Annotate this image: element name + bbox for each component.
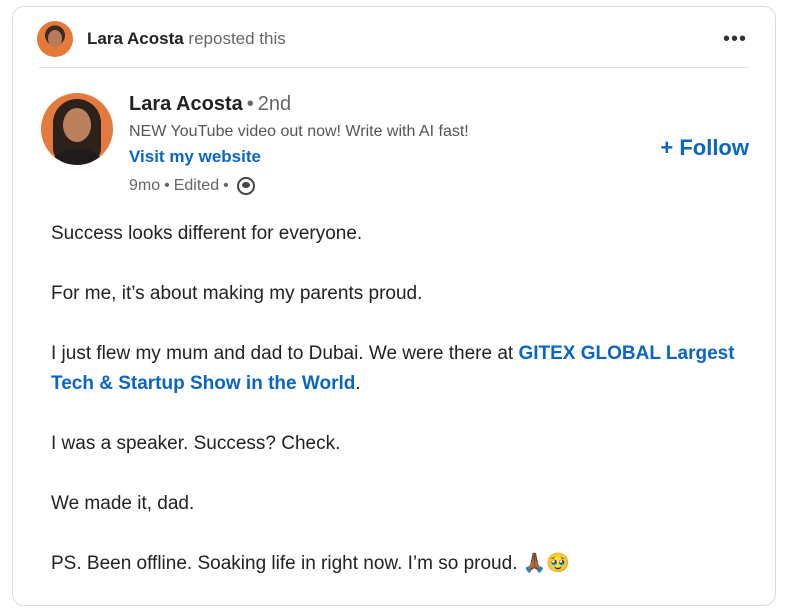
follow-button[interactable]: + Follow <box>660 135 749 161</box>
author-name[interactable]: Lara Acosta <box>129 93 243 115</box>
body-text: . <box>355 373 361 394</box>
reposter-avatar[interactable] <box>37 21 73 57</box>
visit-website-link[interactable]: Visit my website <box>129 147 469 167</box>
post-card: Lara Acosta reposted this ••• Lara Acost… <box>12 6 776 606</box>
separator: • <box>223 177 229 194</box>
repost-suffix: reposted this <box>188 29 286 48</box>
body-paragraph: We made it, dad. <box>51 493 195 514</box>
author-headline: NEW YouTube video out now! Write with AI… <box>129 123 469 140</box>
author-name-line: Lara Acosta • 2nd <box>129 93 469 119</box>
author-info: Lara Acosta • 2nd NEW YouTube video out no… <box>129 93 469 195</box>
repost-text: Lara Acosta reposted this <box>87 29 286 49</box>
body-paragraph: For me, it’s about making my parents pro… <box>51 283 423 304</box>
author-section: Lara Acosta • 2nd NEW YouTube video out no… <box>41 93 751 203</box>
connection-degree: 2nd <box>257 93 292 115</box>
post-meta: 9mo • Edited • <box>129 177 469 195</box>
body-paragraph: PS. Been offline. Soaking life in right … <box>51 549 741 579</box>
post-time: 9mo <box>129 177 161 194</box>
separator: • <box>246 93 254 115</box>
emoji-icon: 🙏🏾🥹 <box>522 553 571 574</box>
divider <box>39 67 749 68</box>
repost-header: Lara Acosta reposted this ••• <box>37 19 751 59</box>
post-body: Success looks different for everyone. Fo… <box>51 219 741 609</box>
more-options-icon[interactable]: ••• <box>723 29 751 49</box>
body-paragraph: I was a speaker. Success? Check. <box>51 433 341 454</box>
globe-icon <box>236 177 255 195</box>
body-text: PS. Been offline. Soaking life in right … <box>51 553 518 574</box>
edited-label: Edited <box>173 177 220 194</box>
author-avatar[interactable] <box>41 93 113 165</box>
reposter-name[interactable]: Lara Acosta <box>87 29 184 48</box>
body-paragraph: I just flew my mum and dad to Dubai. We … <box>51 339 741 399</box>
separator: • <box>164 177 170 194</box>
body-paragraph: Success looks different for everyone. <box>51 223 363 244</box>
body-text: I just flew my mum and dad to Dubai. We … <box>51 343 519 364</box>
avatar-face <box>63 108 91 142</box>
